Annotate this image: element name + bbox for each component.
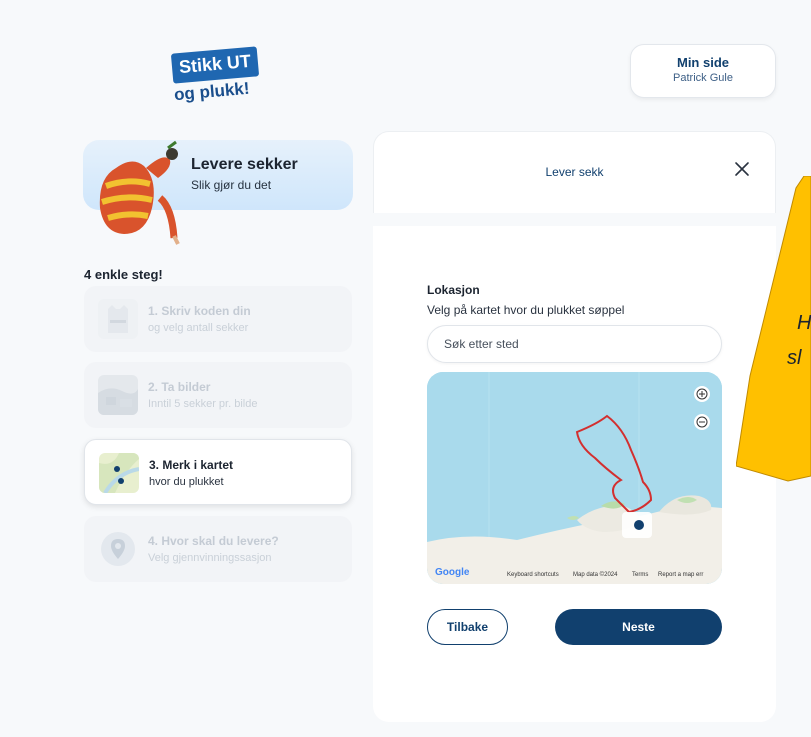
map-icon	[99, 453, 139, 493]
location-label: Lokasjon	[427, 283, 480, 297]
callout-annotation	[736, 176, 811, 482]
step-1-title: 1. Skriv koden din	[148, 304, 251, 318]
report-map-error-link[interactable]: Report a map err	[658, 572, 703, 578]
keyboard-shortcuts-link[interactable]: Keyboard shortcuts	[507, 572, 559, 578]
back-button[interactable]: Tilbake	[427, 609, 508, 645]
min-side-button[interactable]: Min side Patrick Gule	[630, 44, 776, 98]
min-side-label: Min side	[676, 55, 729, 70]
google-logo: Google	[435, 567, 470, 578]
panel-body: Lokasjon Velg på kartet hvor du plukket …	[373, 226, 776, 722]
step-2-title: 2. Ta bilder	[148, 380, 211, 394]
selected-location-marker[interactable]	[634, 520, 644, 530]
code-bag-icon	[98, 299, 138, 339]
callout-text-line1: H	[797, 312, 811, 334]
terms-link[interactable]: Terms	[632, 572, 648, 578]
mascot-illustration	[99, 140, 180, 245]
step-4-card[interactable]: 4. Hvor skal du levere? Velg gjennvinnin…	[84, 516, 352, 582]
location-pin-icon	[98, 529, 138, 569]
callout-text-line2: sl	[787, 347, 802, 369]
logo-line2: og plukk!	[173, 78, 251, 105]
next-button[interactable]: Neste	[555, 609, 722, 645]
step-1-subtitle: og velg antall sekker	[148, 322, 249, 334]
step-3-subtitle: hvor du plukket	[149, 476, 224, 488]
step-4-title: 4. Hvor skal du levere?	[148, 534, 279, 548]
map-data-credit: Map data ©2024	[573, 572, 618, 578]
step-3-title: 3. Merk i kartet	[149, 458, 234, 472]
step-4-subtitle: Velg gjennvinningssasjon	[148, 552, 272, 564]
map-view[interactable]: Google Keyboard shortcuts Map data ©2024…	[427, 372, 722, 584]
step-2-card[interactable]: 2. Ta bilder Inntil 5 sekker pr. bilde	[84, 362, 352, 428]
hero-title: Levere sekker	[191, 156, 298, 173]
user-name: Patrick Gule	[673, 72, 733, 84]
step-3-card[interactable]: 3. Merk i kartet hvor du plukket	[84, 439, 352, 505]
photo-icon	[98, 375, 138, 415]
logo: Stikk UT og plukk!	[170, 44, 262, 112]
step-2-subtitle: Inntil 5 sekker pr. bilde	[148, 398, 258, 410]
location-hint: Velg på kartet hvor du plukket søppel	[427, 303, 625, 317]
hero-subtitle: Slik gjør du det	[191, 178, 272, 192]
steps-title: 4 enkle steg!	[84, 267, 163, 282]
panel-header: Lever sekk	[373, 131, 776, 213]
place-search-input[interactable]	[427, 325, 722, 363]
panel-title: Lever sekk	[545, 165, 604, 179]
step-1-card[interactable]: 1. Skriv koden din og velg antall sekker	[84, 286, 352, 352]
